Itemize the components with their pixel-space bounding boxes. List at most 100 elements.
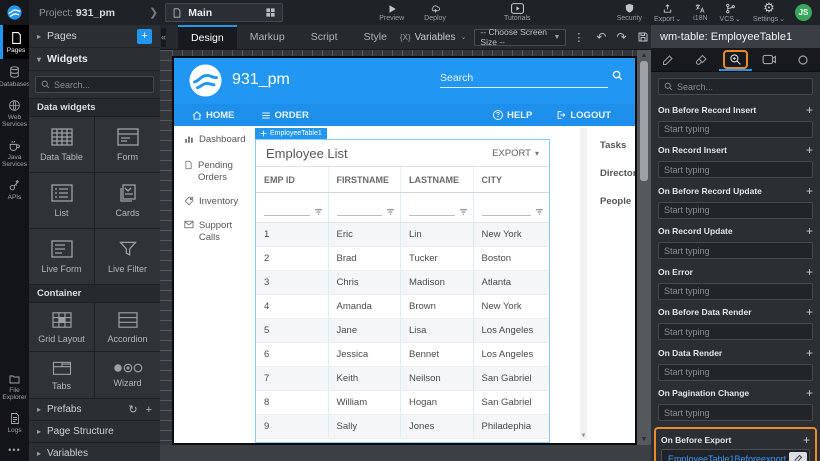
sidebar-item-pending-orders[interactable]: Pending Orders [174,146,255,184]
add-handler-icon[interactable]: + [806,226,813,236]
widget-selection-tag[interactable]: EmployeeTable1 [255,128,327,139]
settings-button[interactable]: ⚙ Settings⌄ [753,2,785,23]
widget-tile-live-filter[interactable]: Live Filter [95,229,160,284]
filter-icon[interactable] [535,208,544,216]
filter-icon[interactable] [386,208,395,216]
event-handler-input[interactable] [658,121,813,138]
link-tasks[interactable]: Tasks [600,140,635,151]
widget-tile-data-table[interactable]: Data Table [29,117,94,172]
event-handler-input[interactable] [658,323,813,340]
rail-item-databases[interactable]: Databases [0,59,29,93]
search-icon[interactable] [612,70,623,81]
scrollbar-thumb[interactable] [640,61,648,181]
collapse-panel-button[interactable]: « [161,28,166,47]
rail-item-file-explorer[interactable]: File Explorer [0,367,29,406]
rail-item-logs[interactable]: Logs [0,406,29,439]
sidebar-item-support-calls[interactable]: Support Calls [174,208,255,244]
redo-button[interactable]: ↷ [616,30,626,44]
page-tab-main[interactable]: Main [165,3,283,22]
handler-link[interactable]: EmployeeTable1Beforeexport [668,454,789,461]
table-row[interactable]: 3ChrisMadisonAtlanta [256,271,549,295]
add-prefab-button[interactable]: + [146,404,152,416]
user-avatar[interactable]: JS [795,4,812,21]
variables-button[interactable]: {X} Variables ⌄ [400,32,467,43]
vcs-button[interactable]: VCS⌄ [720,3,741,23]
add-handler-icon[interactable]: + [806,307,813,317]
canvas-scrollbar[interactable]: ▲ ▼ [637,50,651,445]
nav-logout[interactable]: LOGOUT [556,110,611,121]
link-people[interactable]: People [600,196,635,207]
security-button[interactable]: Security [617,3,642,22]
widgets-section-row[interactable]: ▾ Widgets [29,48,160,71]
table-row[interactable]: 7KeithNeilsonSan Gabriel [256,367,549,391]
filter-input[interactable] [409,204,455,216]
save-button[interactable] [637,31,649,43]
undo-button[interactable]: ↶ [596,30,606,44]
widget-search-input[interactable] [54,80,148,90]
widget-tile-wizard[interactable]: Wizard [95,352,160,398]
table-row[interactable]: 8WilliamHoganSan Gabriel [256,391,549,415]
rail-item-java-services[interactable]: Java Services [0,133,29,173]
table-row[interactable]: 9SallyJonesPhiladephia [256,415,549,439]
sidebar-item-inventory[interactable]: Inventory [174,184,255,208]
widget-tile-live-form[interactable]: Live Form [29,229,94,284]
event-handler-input[interactable] [658,202,813,219]
tab-events[interactable] [719,48,753,71]
add-handler-icon[interactable]: + [803,435,810,445]
app-logo[interactable] [188,63,223,98]
edit-script-button[interactable] [789,452,807,461]
event-handler-input[interactable] [658,364,813,381]
more-options-icon[interactable]: ⋮ [573,31,584,44]
rail-item-pages[interactable]: Pages [0,25,29,59]
tab-script[interactable]: Script [298,25,351,50]
widget-tile-grid-layout[interactable]: Grid Layout [29,303,94,351]
app-search-field[interactable] [440,68,608,88]
table-row[interactable]: 2BradTuckerBoston [256,247,549,271]
widget-tile-form[interactable]: Form [95,117,160,172]
variables-row[interactable]: ▸ Variables [29,442,160,461]
scroll-up-icon[interactable]: ▲ [641,50,648,61]
nav-home[interactable]: HOME [192,110,235,121]
add-handler-icon[interactable]: + [806,267,813,277]
nav-order[interactable]: ORDER [261,110,309,121]
event-handler-input[interactable] [658,242,813,259]
tab-properties[interactable] [651,48,685,71]
tab-markup[interactable]: Markup [237,25,298,50]
more-icon[interactable]: ••• [0,439,29,461]
rail-item-apis[interactable]: APIs [0,173,29,206]
table-row[interactable]: 4AmandaBrownNew York [256,295,549,319]
export-dropdown-button[interactable]: EXPORT [492,148,539,159]
page-structure-row[interactable]: ▸ Page Structure [29,420,160,442]
add-handler-icon[interactable]: + [806,348,813,358]
column-header[interactable]: CITY [473,167,549,192]
prefabs-row[interactable]: ▸ Prefabs ↻ + [29,398,160,420]
nav-help[interactable]: ? HELP [493,110,532,121]
sidebar-item-dashboard[interactable]: Dashboard [174,126,255,146]
refresh-icon[interactable]: ↻ [128,403,137,416]
event-handler-input[interactable] [658,283,813,300]
widget-tile-cards[interactable]: Cards [95,173,160,228]
pages-section-row[interactable]: ▸ Pages + [29,25,160,48]
app-search-input[interactable] [440,72,608,84]
add-page-button[interactable]: + [137,29,152,44]
screen-size-select[interactable]: -- Choose Screen Size -- ▼ [474,29,566,46]
link-directory[interactable]: Directory [600,168,635,179]
tab-styles[interactable] [685,48,719,71]
add-handler-icon[interactable]: + [806,388,813,398]
filter-input[interactable] [264,204,310,216]
table-row[interactable]: 1EricLinNew York [256,223,549,247]
column-header[interactable]: EMP ID [256,167,328,192]
table-row[interactable]: 5JaneLisaLos Angeles [256,319,549,343]
column-header[interactable]: FIRSTNAME [328,167,401,192]
tutorials-button[interactable]: Tutorials [504,3,531,22]
rail-item-web-services[interactable]: Web Services [0,93,29,133]
tab-design[interactable]: Design [178,25,237,50]
filter-icon[interactable] [314,208,323,216]
tab-device[interactable] [752,48,786,71]
filter-icon[interactable] [459,208,468,216]
event-handler-input[interactable] [658,161,813,178]
filter-input[interactable] [482,204,531,216]
deploy-button[interactable]: Deploy [424,3,446,22]
event-handler-input[interactable] [658,404,813,421]
scroll-down-icon[interactable]: ▼ [580,433,587,439]
